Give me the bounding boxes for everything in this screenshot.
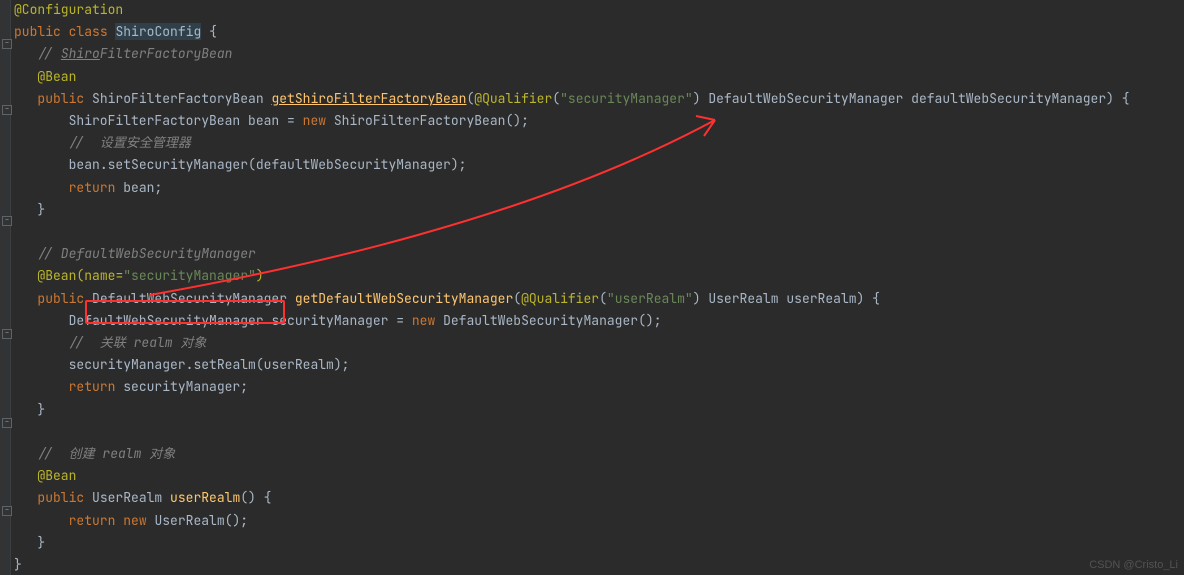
watermark: CSDN @Cristo_Li	[1089, 559, 1178, 571]
fold-marker[interactable]	[2, 39, 12, 49]
comment: // DefaultWebSecurityManager	[37, 245, 255, 262]
fold-marker[interactable]	[2, 418, 12, 428]
comment: // 设置安全管理器	[69, 134, 191, 151]
comment: // 关联 realm 对象	[69, 334, 207, 351]
source-code[interactable]: @Configuration public class ShiroConfig …	[14, 0, 1130, 575]
class-name: ShiroConfig	[115, 23, 201, 40]
comment: // ShiroFilterFactoryBean	[37, 45, 232, 62]
annotation-bean-named: @Bean(name="securityManager")	[37, 267, 263, 284]
comment: // 创建 realm 对象	[37, 445, 175, 462]
fold-marker[interactable]	[2, 506, 12, 516]
annotation-configuration: @Configuration	[14, 1, 123, 18]
fold-marker[interactable]	[2, 105, 12, 115]
method-name: getDefaultWebSecurityManager	[295, 290, 513, 307]
code-editor[interactable]: @Configuration public class ShiroConfig …	[0, 0, 1184, 575]
fold-marker[interactable]	[2, 216, 12, 226]
editor-gutter	[0, 0, 11, 575]
annotation-bean: @Bean	[37, 68, 76, 85]
annotation-bean: @Bean	[37, 467, 76, 484]
fold-marker[interactable]	[2, 329, 12, 339]
method-name: getShiroFilterFactoryBean	[271, 90, 466, 107]
method-name: userRealm	[170, 489, 240, 506]
